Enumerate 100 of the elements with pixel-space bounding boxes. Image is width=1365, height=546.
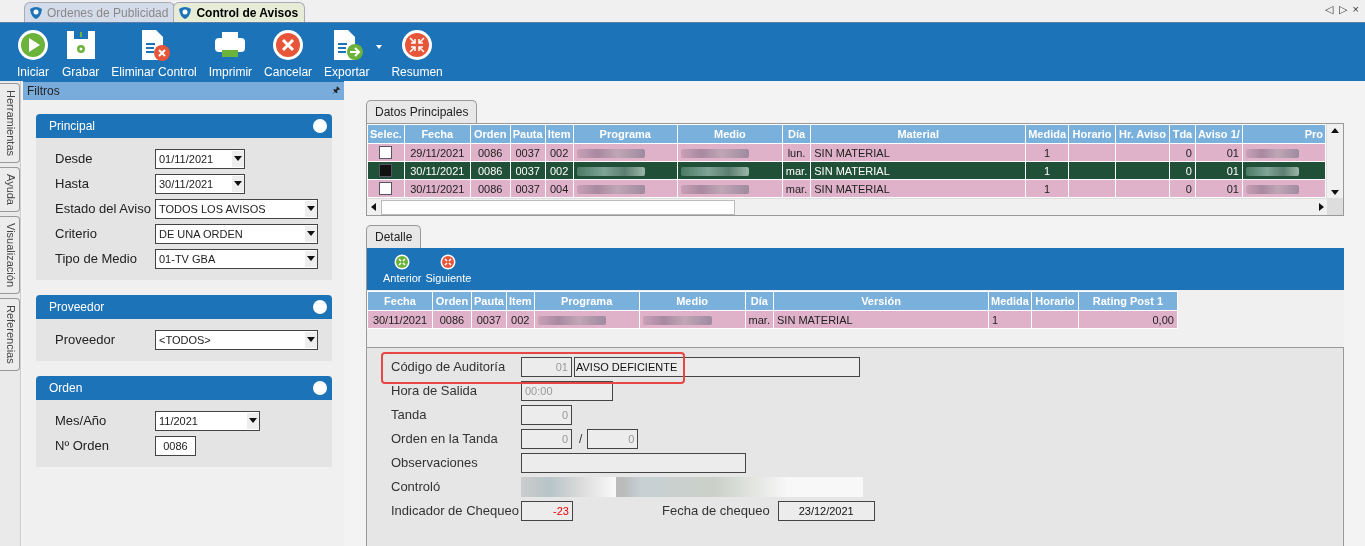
input-field[interactable]: 0 <box>587 428 639 449</box>
field-label: Indicador de Chequeo <box>391 503 520 518</box>
blurred-field[interactable] <box>616 476 863 497</box>
collapse-icon <box>400 28 435 62</box>
checkbox[interactable] <box>379 182 393 196</box>
dropdown-arrow-icon[interactable] <box>234 181 242 186</box>
dropdown-field[interactable]: DE UNA ORDEN <box>155 223 318 244</box>
dropdown-arrow-icon[interactable] <box>234 156 242 161</box>
toolbar-button[interactable]: Exportar <box>320 23 384 79</box>
toolbar-button[interactable]: Eliminar Control <box>107 23 201 79</box>
dropdown-field[interactable]: TODOS LOS AVISOS <box>155 198 318 219</box>
dropdown-field[interactable]: <TODOS> <box>155 329 318 350</box>
dropdown-arrow-icon[interactable] <box>307 337 315 342</box>
field-label: Hasta <box>55 176 90 191</box>
dropdown-arrow-icon[interactable] <box>307 256 315 261</box>
toolbar-button[interactable]: Imprimir <box>204 23 257 79</box>
blurred-text <box>642 316 712 326</box>
toolbar-button[interactable]: Cancelar <box>260 23 317 79</box>
blurred-text <box>1245 149 1300 159</box>
blurred-text <box>680 149 750 159</box>
blurred-text <box>1245 167 1300 177</box>
collapse-icon <box>440 254 457 270</box>
toolbar-button[interactable]: Iniciar <box>12 23 54 79</box>
field-label: Nº Orden <box>55 438 110 453</box>
section-title: Orden <box>49 381 83 395</box>
field-label: Fecha de chequeo <box>662 503 770 518</box>
horizontal-scrollbar[interactable] <box>367 198 1343 215</box>
dropdown-arrow-icon[interactable] <box>307 206 315 211</box>
field-label: Controló <box>391 479 442 494</box>
dropdown-field[interactable]: 01/11/2021 <box>155 148 245 169</box>
scroll-left-button[interactable]: ◁ <box>1324 3 1333 16</box>
table-row[interactable]: 30/11/2021 0086 0037 002 mar. SIN MATERIAL 1 0 01 <box>367 161 1326 180</box>
side-tab[interactable]: Herramientas <box>0 83 20 164</box>
collapse-button[interactable] <box>313 300 327 314</box>
panel-title: Filtros <box>27 84 60 98</box>
dropdown-field[interactable]: 11/2021 <box>155 410 260 431</box>
panel-tab[interactable]: Detalle <box>366 225 422 248</box>
field-label: Código de Auditoría <box>391 359 507 374</box>
play-icon <box>16 28 50 62</box>
toolbar-button[interactable]: Anterior <box>381 248 424 290</box>
field-label: Proveedor <box>55 332 116 347</box>
toolbar-button[interactable]: Resumen <box>387 23 447 79</box>
right-arrow-icon <box>1318 203 1324 211</box>
input-field[interactable]: 23/12/2021 <box>777 500 875 521</box>
scroll-thumb[interactable] <box>381 199 735 215</box>
section-title: Proveedor <box>49 300 105 314</box>
toolbar-button[interactable]: Grabar <box>58 23 104 79</box>
field-label: Tipo de Medio <box>55 251 138 266</box>
table-row[interactable]: 30/11/2021 0086 0037 004 mar. SIN MATERIAL 1 0 01 <box>367 179 1326 198</box>
dropdown-arrow-icon[interactable] <box>249 418 257 423</box>
caret-icon[interactable] <box>376 45 383 49</box>
side-tab[interactable]: Referencias <box>0 298 20 371</box>
side-tab[interactable]: Ayuda <box>0 167 20 213</box>
document-tab[interactable]: Control de Avisos <box>173 2 306 22</box>
blurred-text <box>537 316 607 326</box>
left-arrow-icon <box>370 203 376 211</box>
blurred-field[interactable] <box>521 476 616 497</box>
input-field[interactable]: 0086 <box>155 435 196 456</box>
checkbox[interactable] <box>379 164 393 178</box>
section-title: Principal <box>49 119 96 133</box>
field-label: Criterio <box>55 226 98 241</box>
input-field[interactable]: 00:00 <box>521 380 613 401</box>
field-label: Mes/Año <box>55 413 108 428</box>
field-label: Hora de Salida <box>391 383 478 398</box>
blurred-text <box>576 185 645 195</box>
input-field[interactable] <box>521 452 746 473</box>
input-field[interactable]: AVISO DEFICIENTE <box>574 356 860 377</box>
scrollbar-corner <box>1327 199 1343 215</box>
collapse-button[interactable] <box>313 119 327 133</box>
pin-button[interactable]: 🖈 <box>332 83 340 99</box>
document-tab[interactable]: Ordenes de Publicidad <box>24 2 176 22</box>
down-arrow-icon <box>1331 189 1340 195</box>
blurred-text <box>576 149 645 159</box>
dropdown-field[interactable]: 01-TV GBA <box>155 248 318 269</box>
field-label: Desde <box>55 151 94 166</box>
field-label: Orden en la Tanda <box>391 431 499 446</box>
tab-icon <box>29 5 43 20</box>
close-button[interactable]: × <box>1352 3 1359 16</box>
collapse-button[interactable] <box>313 381 327 395</box>
input-field[interactable]: -23 <box>521 500 573 521</box>
input-field[interactable]: 0 <box>521 404 572 425</box>
dropdown-field[interactable]: 30/11/2021 <box>155 173 245 194</box>
side-tab[interactable]: Visualización <box>0 216 20 295</box>
input-field[interactable]: 01 <box>521 356 572 377</box>
vertical-scrollbar[interactable] <box>1326 124 1343 198</box>
blurred-text <box>680 167 750 177</box>
toolbar-button[interactable]: Siguiente <box>423 248 474 290</box>
field-label: Tanda <box>391 407 428 422</box>
checkbox[interactable] <box>379 146 393 160</box>
input-field[interactable]: 0 <box>521 428 572 449</box>
dropdown-arrow-icon[interactable] <box>307 231 315 236</box>
scroll-right-button[interactable]: ▷ <box>1338 3 1347 16</box>
up-arrow-icon <box>1331 127 1340 133</box>
panel-tab[interactable]: Datos Principales <box>366 100 478 123</box>
tab-icon <box>178 5 193 20</box>
field-label: Observaciones <box>391 455 479 470</box>
table-row[interactable]: 29/11/2021 0086 0037 002 lun. SIN MATERIAL 1 0 01 <box>367 143 1326 162</box>
field-label: Estado del Aviso <box>55 201 152 216</box>
cancel-icon <box>271 28 306 62</box>
blurred-text <box>1245 185 1300 195</box>
